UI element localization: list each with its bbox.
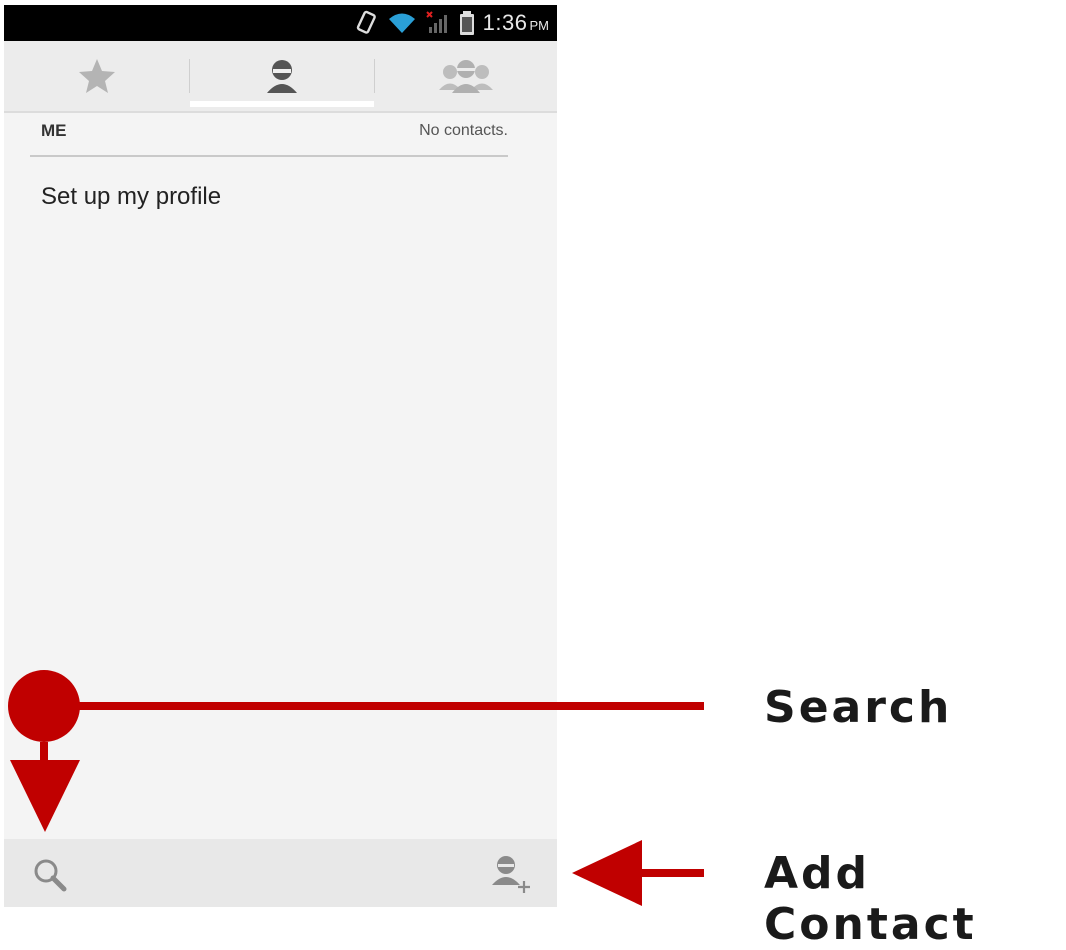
search-callout-arrowhead	[10, 760, 80, 832]
add-contact-callout-label: Add Contact	[764, 848, 977, 950]
add-contact-callout-arrowhead	[572, 840, 642, 906]
annotation-layer	[8, 670, 704, 906]
search-callout-label: Search	[764, 682, 953, 733]
